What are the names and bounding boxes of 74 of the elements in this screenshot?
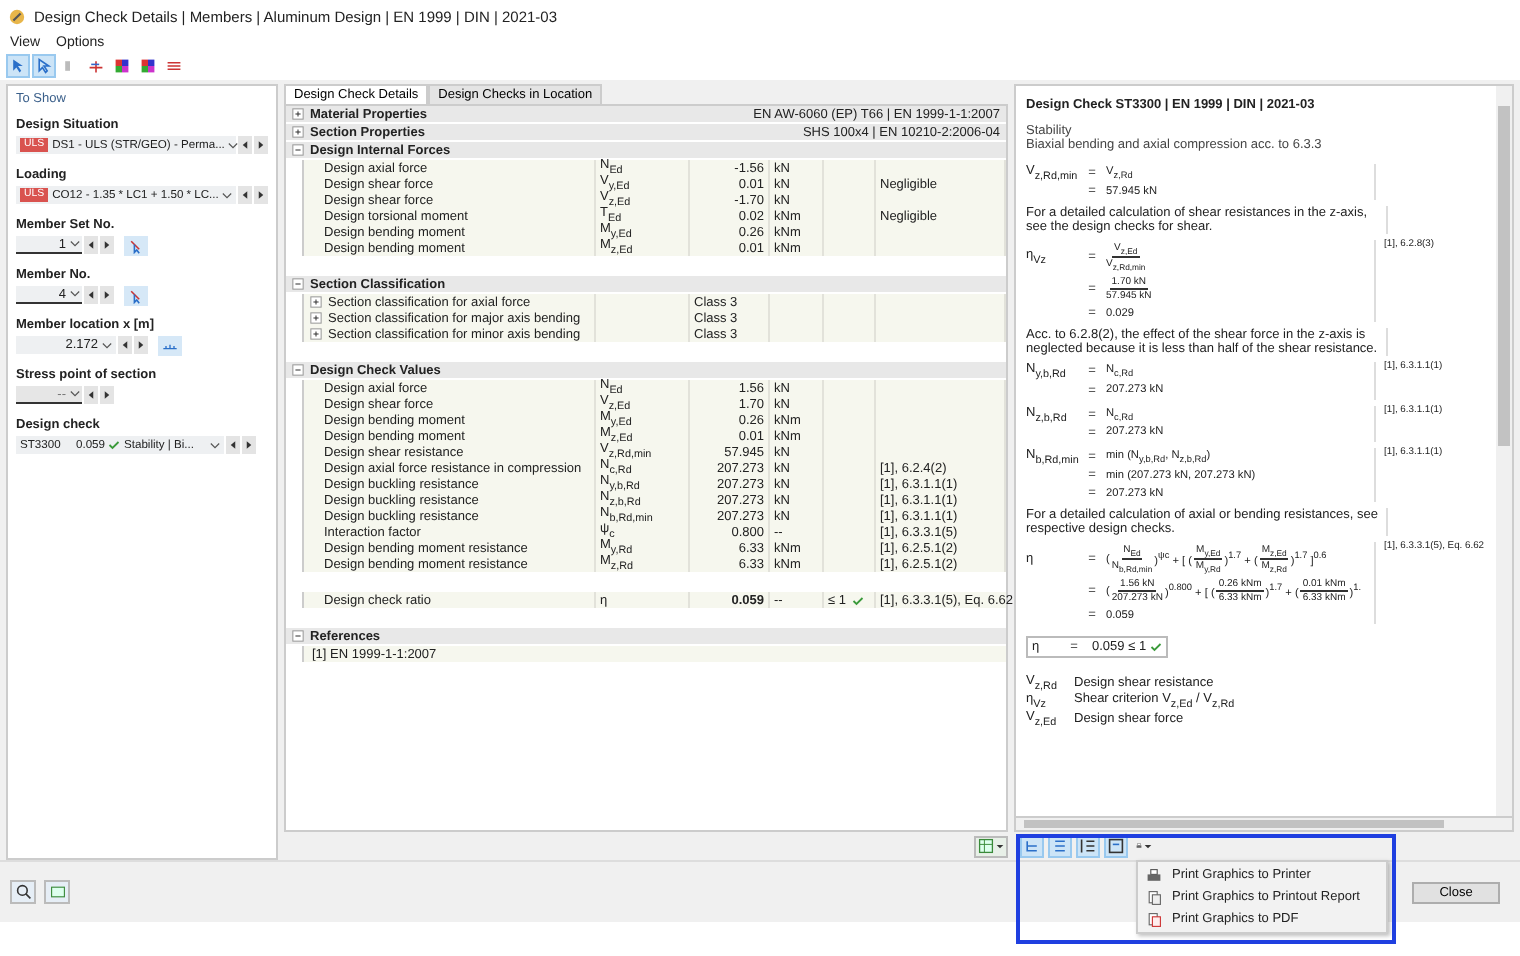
caret-icon xyxy=(70,290,80,298)
triangle-left-icon xyxy=(88,390,94,400)
expand-icon[interactable] xyxy=(310,328,322,340)
frame-icon xyxy=(1108,838,1124,854)
expand-icon[interactable] xyxy=(292,278,304,290)
toolbar-button[interactable] xyxy=(136,54,160,78)
printer-icon xyxy=(1146,867,1162,883)
expand-icon[interactable] xyxy=(292,126,304,138)
previous-button[interactable] xyxy=(84,386,98,404)
scrollbar-thumb[interactable] xyxy=(1024,820,1444,828)
next-button[interactable] xyxy=(100,386,114,404)
pick-button[interactable] xyxy=(124,285,148,305)
expand-icon[interactable] xyxy=(310,296,322,308)
previous-button[interactable] xyxy=(84,236,98,254)
document-icon xyxy=(1146,889,1162,905)
triangle-right-icon xyxy=(104,390,110,400)
next-button[interactable] xyxy=(134,336,148,354)
previous-button[interactable] xyxy=(118,336,132,354)
triangle-right-icon xyxy=(104,290,110,300)
triangle-right-icon xyxy=(246,440,252,450)
caret-icon xyxy=(1144,843,1152,849)
previous-button[interactable] xyxy=(84,286,98,304)
export-button[interactable] xyxy=(974,835,1008,857)
next-button[interactable] xyxy=(100,236,114,254)
previous-button[interactable] xyxy=(226,436,240,454)
pdf-document-icon xyxy=(1146,911,1162,927)
search-icon xyxy=(15,884,31,900)
vertical-scrollbar[interactable] xyxy=(1496,86,1512,816)
previous-button[interactable] xyxy=(238,186,253,204)
caret-icon xyxy=(222,191,233,199)
caret-icon xyxy=(996,843,1004,849)
pick-cursor-icon xyxy=(128,287,144,303)
lines-icon xyxy=(166,58,182,74)
toolbar-button[interactable] xyxy=(110,54,134,78)
pick-location-button[interactable] xyxy=(158,335,182,355)
next-button[interactable] xyxy=(242,436,256,454)
caret-icon xyxy=(210,441,220,449)
next-button[interactable] xyxy=(254,136,269,154)
triangle-left-icon xyxy=(88,290,94,300)
numbered-list-icon xyxy=(1080,838,1096,854)
triangle-left-icon xyxy=(88,240,94,250)
tree-icon xyxy=(1024,838,1040,854)
table-icon xyxy=(978,838,994,854)
caret-icon xyxy=(70,390,80,398)
horizontal-scrollbar[interactable] xyxy=(1014,818,1514,832)
triangle-left-icon xyxy=(122,340,128,350)
expand-icon[interactable] xyxy=(292,144,304,156)
pick-button[interactable] xyxy=(124,235,148,255)
next-button[interactable] xyxy=(254,186,269,204)
color-blocks-icon xyxy=(140,58,156,74)
triangle-left-icon xyxy=(230,440,236,450)
units-button[interactable] xyxy=(44,880,70,904)
caret-icon xyxy=(228,141,239,149)
expand-icon[interactable] xyxy=(292,630,304,642)
expand-icon[interactable] xyxy=(310,312,322,324)
color-blocks-icon xyxy=(114,58,130,74)
expand-icon[interactable] xyxy=(292,364,304,376)
triangle-left-icon xyxy=(242,190,249,200)
axes-icon xyxy=(88,58,104,74)
app-icon xyxy=(8,7,26,25)
triangle-left-icon xyxy=(242,140,249,150)
next-button[interactable] xyxy=(100,286,114,304)
search-button[interactable] xyxy=(10,880,36,904)
triangle-right-icon xyxy=(138,340,144,350)
pick-cursor-icon xyxy=(128,237,144,253)
triangle-right-icon xyxy=(258,190,265,200)
triangle-right-icon xyxy=(258,140,265,150)
previous-button[interactable] xyxy=(238,136,253,154)
caret-icon xyxy=(102,341,112,349)
caret-icon xyxy=(70,240,80,248)
expand-icon[interactable] xyxy=(292,108,304,120)
scrollbar-thumb[interactable] xyxy=(1498,106,1510,446)
triangle-right-icon xyxy=(104,240,110,250)
list-icon xyxy=(1052,838,1068,854)
